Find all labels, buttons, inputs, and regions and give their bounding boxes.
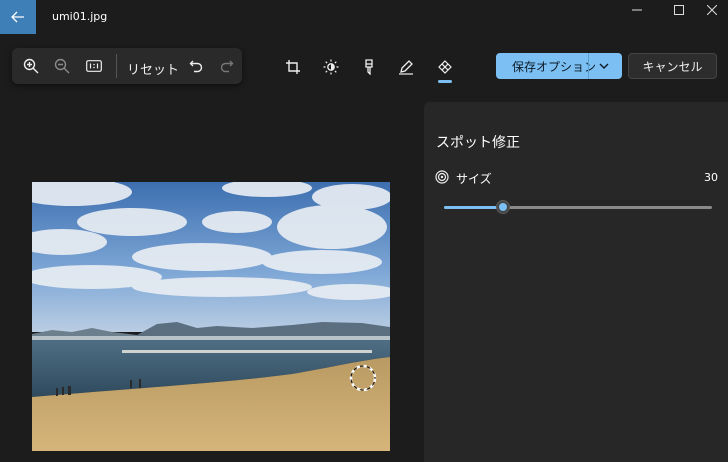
actual-size-icon [86, 60, 102, 72]
cancel-button[interactable]: キャンセル [628, 53, 717, 79]
close-button[interactable] [696, 0, 728, 20]
minimize-button[interactable] [614, 0, 660, 20]
back-button[interactable] [0, 0, 36, 34]
filter-icon [365, 59, 373, 75]
save-options-button[interactable]: 保存オプション [496, 53, 622, 79]
panel-title: スポット修正 [436, 135, 520, 151]
reset-button[interactable]: リセット [127, 59, 179, 78]
window-title: umi01.jpg [52, 10, 108, 23]
size-label: サイズ [456, 172, 492, 186]
adjust-icon [323, 59, 339, 75]
maximize-icon [674, 5, 684, 15]
redo-button[interactable] [217, 56, 237, 76]
zoom-out-icon [54, 58, 70, 74]
undo-icon [189, 60, 203, 73]
size-slider-fill [444, 206, 503, 209]
zoom-out-button[interactable] [52, 56, 72, 76]
undo-button[interactable] [186, 56, 206, 76]
brush-size-icon [435, 170, 449, 184]
zoom-in-button[interactable] [21, 56, 41, 76]
zoom-toolbar: リセット [12, 48, 242, 84]
zoom-in-icon [23, 58, 39, 74]
toolbar-divider [116, 54, 117, 78]
markup-icon [399, 60, 413, 75]
redo-icon [220, 60, 234, 73]
chevron-down-icon[interactable] [598, 60, 610, 72]
spot-fix-icon [438, 60, 452, 74]
size-slider-thumb[interactable] [495, 200, 510, 214]
minimize-icon [632, 9, 642, 11]
crop-tool[interactable] [282, 56, 304, 78]
active-tool-indicator [438, 80, 452, 83]
size-slider[interactable] [444, 200, 712, 214]
title-bar: umi01.jpg [0, 0, 728, 34]
markup-tool[interactable] [395, 56, 417, 78]
photo-canvas[interactable] [32, 182, 390, 451]
adjust-tool[interactable] [320, 56, 342, 78]
size-value: 30 [704, 171, 718, 184]
crop-icon [286, 60, 300, 74]
spot-fix-panel: スポット修正 サイズ 30 [424, 102, 728, 462]
save-divider [588, 53, 589, 79]
spot-fix-tool[interactable] [434, 56, 456, 78]
slider-thumb-dot [498, 203, 507, 211]
filter-tool[interactable] [358, 56, 380, 78]
actual-size-button[interactable] [84, 56, 104, 76]
save-options-label: 保存オプション [512, 59, 597, 74]
close-icon [707, 5, 717, 15]
arrow-left-icon [11, 11, 24, 23]
